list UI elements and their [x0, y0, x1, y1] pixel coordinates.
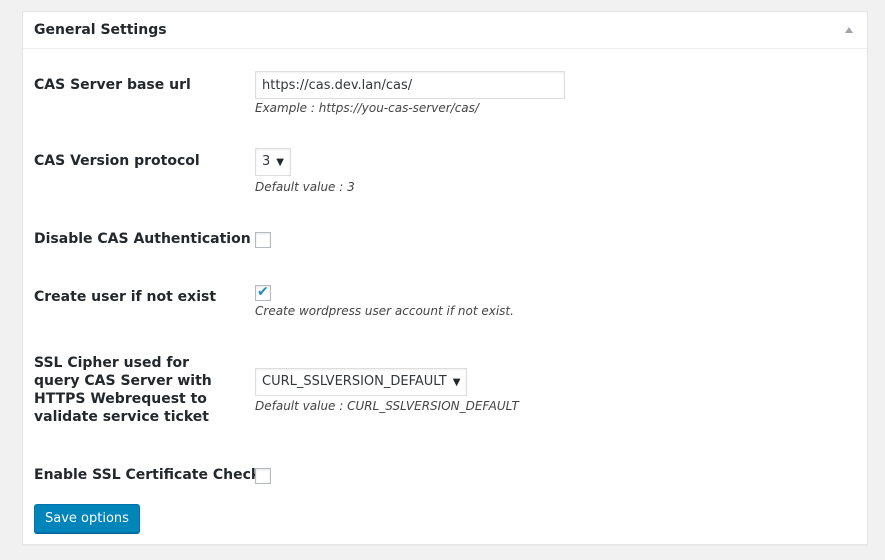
cas-version-selected-value: 3 — [262, 154, 271, 169]
ssl-cipher-label: SSL Cipher used for query CAS Server wit… — [34, 355, 212, 425]
disable-cas-auth-checkbox[interactable] — [255, 232, 271, 248]
save-options-button[interactable]: Save options — [34, 504, 140, 533]
ssl-cipher-select[interactable]: CURL_SSLVERSION_DEFAULT ▼ — [255, 368, 468, 396]
cas-version-select[interactable]: 3 ▼ — [255, 148, 291, 176]
ssl-cipher-selected-value: CURL_SSLVERSION_DEFAULT — [262, 374, 447, 389]
panel-header: General Settings — [23, 12, 867, 49]
ssl-cert-check-checkbox[interactable] — [255, 468, 271, 484]
general-settings-panel: General Settings CAS Server base url Exa… — [22, 11, 868, 545]
cas-version-label: CAS Version protocol — [34, 153, 200, 169]
caret-down-icon: ▼ — [276, 157, 284, 168]
create-user-label: Create user if not exist — [34, 289, 217, 305]
caret-up-icon[interactable] — [845, 27, 853, 33]
cas-server-url-description: Example : https://you-cas-server/cas/ — [255, 101, 479, 115]
ssl-cert-check-label: Enable SSL Certificate Check — [34, 467, 261, 483]
create-user-checkbox[interactable]: ✔ — [255, 284, 271, 301]
checkmark-icon: ✔ — [257, 284, 269, 300]
disable-cas-auth-label: Disable CAS Authentication — [34, 231, 251, 247]
cas-version-description: Default value : 3 — [255, 180, 355, 194]
cas-server-url-input[interactable] — [255, 71, 565, 99]
caret-down-icon: ▼ — [452, 377, 461, 388]
create-user-description: Create wordpress user account if not exi… — [255, 304, 514, 318]
cas-server-url-label: CAS Server base url — [34, 77, 191, 93]
panel-title: General Settings — [34, 22, 167, 38]
ssl-cipher-description: Default value : CURL_SSLVERSION_DEFAULT — [255, 399, 519, 413]
